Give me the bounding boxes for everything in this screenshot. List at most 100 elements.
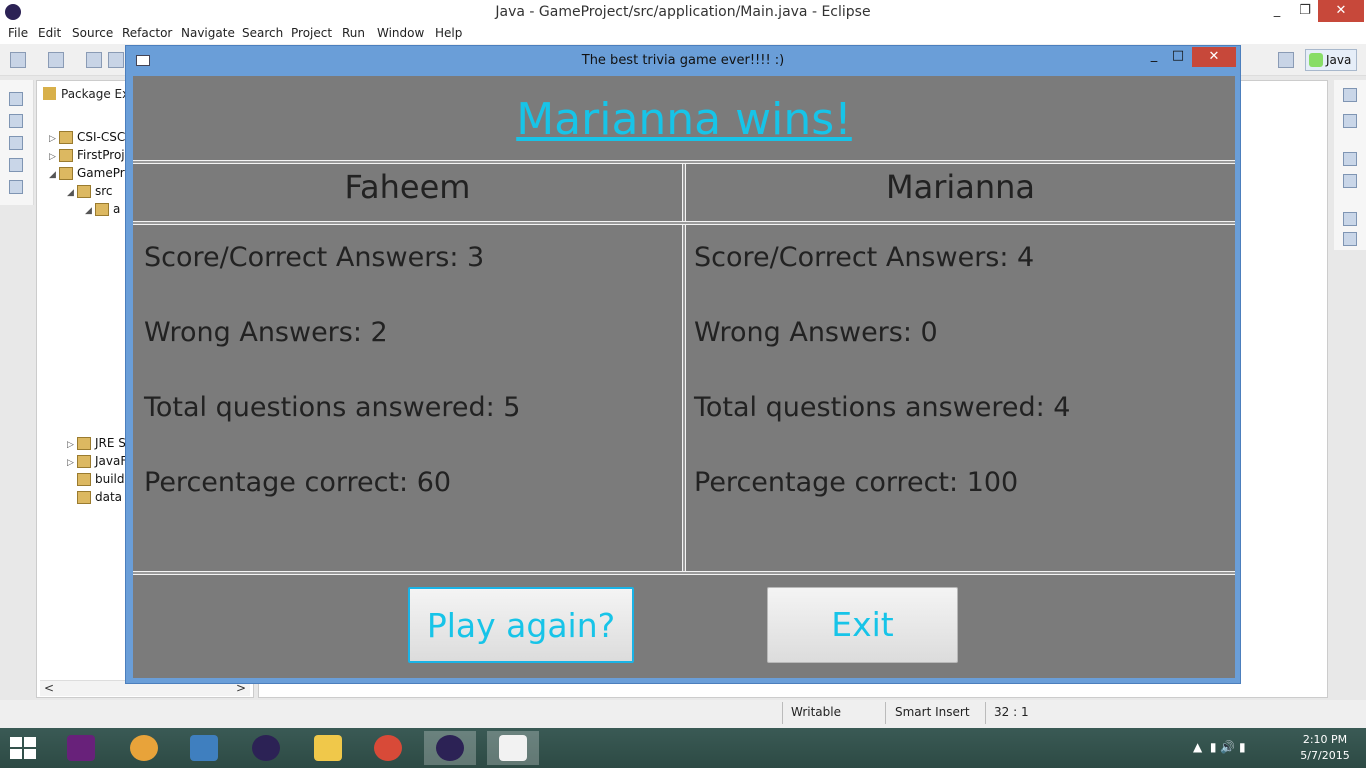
declaration-icon[interactable] — [9, 158, 23, 172]
menu-run[interactable]: Run — [342, 26, 365, 40]
divider-vertical — [682, 225, 686, 572]
scroll-left-icon[interactable]: < — [44, 681, 54, 695]
tree-item[interactable]: ▷ CSI-CSC — [49, 128, 125, 146]
menu-edit[interactable]: Edit — [38, 26, 61, 40]
exit-button[interactable]: Exit — [767, 587, 958, 663]
tree-item[interactable]: ◢ a — [85, 200, 120, 218]
minimize-button[interactable]: _ — [1262, 0, 1292, 22]
menu-search[interactable]: Search — [242, 26, 283, 40]
intellij-icon[interactable] — [178, 731, 230, 765]
maximize-button[interactable]: ❐ — [1290, 0, 1320, 22]
file-icon — [77, 491, 91, 504]
tree-item-label: a — [113, 202, 121, 216]
source-folder-icon — [77, 185, 91, 198]
package-icon — [95, 203, 109, 216]
dialog-title: The best trivia game ever!!!! :) — [581, 53, 785, 68]
tree-item[interactable]: build — [77, 470, 125, 488]
help-icon[interactable] — [1343, 232, 1357, 246]
player-1-percentage: Percentage correct: 60 — [144, 467, 452, 498]
eclipse-orange-icon[interactable] — [118, 731, 170, 765]
eclipse-icon[interactable] — [240, 731, 292, 765]
outline-icon[interactable] — [1343, 174, 1357, 188]
dialog-minimize-button[interactable]: _ — [1142, 48, 1166, 68]
winner-heading[interactable]: Marianna wins! — [133, 94, 1235, 145]
menu-navigate[interactable]: Navigate — [181, 26, 235, 40]
perspective-label: Java — [1326, 53, 1352, 67]
dialog-title-bar: The best trivia game ever!!!! :) _ □ ✕ — [126, 46, 1240, 76]
collapse-arrow-icon[interactable]: ◢ — [85, 202, 95, 220]
menu-window[interactable]: Window — [377, 26, 424, 40]
status-divider — [985, 702, 986, 724]
dialog-maximize-button[interactable]: □ — [1166, 48, 1190, 68]
package-explorer-tab[interactable]: Package Exp — [41, 83, 137, 105]
problems-icon[interactable] — [9, 114, 23, 128]
menu-project[interactable]: Project — [291, 26, 332, 40]
player-1-total: Total questions answered: 5 — [144, 392, 521, 423]
trivia-dialog: The best trivia game ever!!!! :) _ □ ✕ M… — [125, 45, 1241, 684]
close-button[interactable]: ✕ — [1318, 0, 1364, 22]
tree-item[interactable]: ▷ JavaF — [67, 452, 127, 470]
player-2-score: Score/Correct Answers: 4 — [694, 242, 1035, 273]
collapse-arrow-icon[interactable]: ◢ — [49, 166, 59, 184]
tree-item[interactable]: ◢ GamePr — [49, 164, 125, 182]
player-1-wrong: Wrong Answers: 2 — [144, 317, 388, 348]
player-2-percentage: Percentage correct: 100 — [694, 467, 1019, 498]
play-again-button[interactable]: Play again? — [408, 587, 634, 663]
library-icon — [77, 455, 91, 468]
save-all-icon[interactable] — [108, 52, 124, 68]
java-perspective-button[interactable]: Java — [1305, 49, 1357, 71]
dialog-close-button[interactable]: ✕ — [1192, 47, 1236, 67]
file-explorer-icon[interactable] — [302, 731, 354, 765]
java-app-icon[interactable] — [487, 731, 539, 765]
eclipse-title-bar: Java - GameProject/src/application/Main.… — [0, 0, 1366, 24]
status-writable: Writable — [791, 705, 841, 719]
javadoc-icon[interactable] — [9, 136, 23, 150]
menu-file[interactable]: File — [8, 26, 28, 40]
restore-icon[interactable] — [1343, 152, 1357, 166]
status-insert-mode: Smart Insert — [895, 705, 970, 719]
windows-taskbar: ▲ ▮ 🔊 ▮ 2:10 PM 5/7/2015 — [0, 728, 1366, 768]
visual-studio-icon[interactable] — [55, 731, 107, 765]
project-icon — [59, 167, 73, 180]
open-perspective-icon[interactable] — [1278, 52, 1294, 68]
tree-item[interactable]: data — [77, 488, 122, 506]
expand-arrow-icon[interactable]: ▷ — [67, 454, 77, 472]
menu-source[interactable]: Source — [72, 26, 113, 40]
tree-item-label: FirstProj — [77, 148, 125, 162]
status-bar: Writable Smart Insert 32 : 1 — [0, 700, 1366, 728]
taskbar-clock[interactable]: 2:10 PM 5/7/2015 — [1292, 732, 1358, 764]
tree-item[interactable]: ▷ FirstProj — [49, 146, 125, 164]
divider-horizontal — [133, 571, 1235, 575]
tree-item-label: src — [95, 184, 113, 198]
eclipse-icon-2[interactable] — [424, 731, 476, 765]
java-perspective-icon — [1309, 53, 1323, 67]
player-2-name: Marianna — [885, 168, 1036, 206]
clock-time: 2:10 PM — [1302, 733, 1348, 746]
restore-icon[interactable] — [1343, 212, 1357, 226]
file-icon — [77, 473, 91, 486]
windows-start-icon[interactable] — [10, 737, 38, 759]
collapse-arrow-icon[interactable]: ◢ — [67, 184, 77, 202]
player-1-score: Score/Correct Answers: 3 — [144, 242, 485, 273]
restore-icon[interactable] — [9, 92, 23, 106]
left-trim-bar — [0, 80, 34, 205]
new-icon[interactable] — [10, 52, 26, 68]
menu-help[interactable]: Help — [435, 26, 462, 40]
player-2-total: Total questions answered: 4 — [694, 392, 1071, 423]
tree-item-label: CSI-CSC — [77, 130, 126, 144]
project-icon — [59, 149, 73, 162]
task-list-icon[interactable] — [1343, 114, 1357, 128]
tree-item[interactable]: ▷ JRE S — [67, 434, 126, 452]
library-icon — [77, 437, 91, 450]
status-divider — [782, 702, 783, 724]
menu-refactor[interactable]: Refactor — [122, 26, 172, 40]
new-package-icon[interactable] — [48, 52, 64, 68]
console-icon[interactable] — [9, 180, 23, 194]
chrome-icon[interactable] — [362, 731, 414, 765]
save-icon[interactable] — [86, 52, 102, 68]
window-title: Java - GameProject/src/application/Main.… — [495, 4, 871, 20]
restore-icon[interactable] — [1343, 88, 1357, 102]
system-tray-icons[interactable]: ▲ ▮ 🔊 ▮ — [1193, 740, 1246, 754]
player-2-wrong: Wrong Answers: 0 — [694, 317, 938, 348]
tree-item[interactable]: ◢ src — [67, 182, 113, 200]
